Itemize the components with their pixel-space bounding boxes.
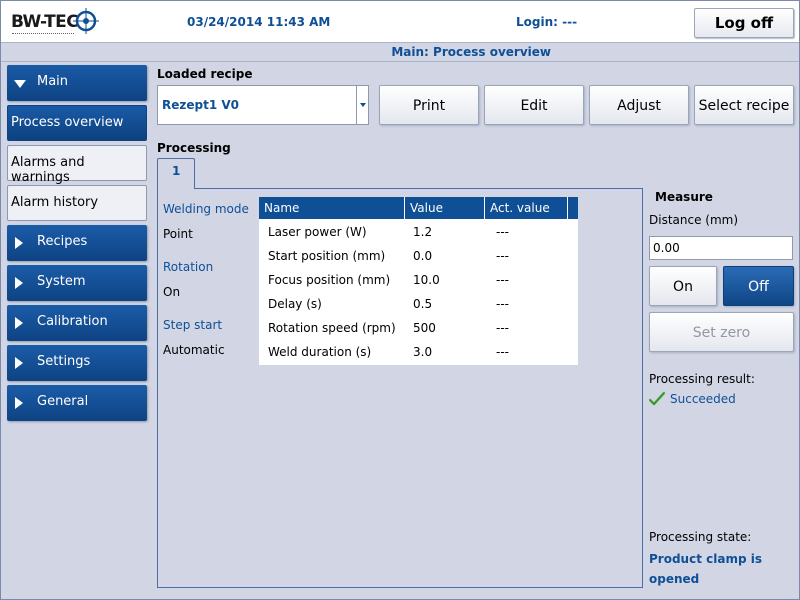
print-button[interactable]: Print: [379, 85, 479, 125]
column-header-value: Value: [405, 197, 485, 219]
param-name: Start position (mm): [268, 249, 386, 263]
table-header: Name Value Act. value: [259, 197, 578, 219]
app-window: BW-TEC 03/24/2014 11:43 AM Login: --- Lo…: [0, 0, 800, 600]
distance-field: 0.00: [649, 236, 793, 260]
distance-label: Distance (mm): [649, 213, 739, 227]
tab-1[interactable]: 1: [157, 158, 195, 189]
sidebar-item-label: Settings: [37, 354, 91, 369]
param-name: Rotation speed (rpm): [268, 321, 396, 335]
sidebar-item-system[interactable]: System: [7, 265, 147, 301]
loaded-recipe-heading: Loaded recipe: [157, 67, 253, 81]
login-status: Login: ---: [516, 15, 578, 29]
distance-value: 0.00: [653, 241, 680, 255]
param-act-value: ---: [496, 345, 509, 359]
measure-on-button[interactable]: On: [649, 266, 717, 306]
recipe-dropdown-value: Rezept1 V0: [162, 98, 239, 112]
processing-result-value: Succeeded: [670, 392, 736, 406]
param-act-value: ---: [496, 297, 509, 311]
measure-off-button[interactable]: Off: [723, 266, 794, 306]
sidebar-item-label: Recipes: [37, 234, 88, 249]
table-row: Laser power (W) 1.2 ---: [259, 221, 578, 245]
processing-heading: Processing: [157, 141, 231, 155]
param-value: 500: [413, 321, 436, 335]
set-zero-button[interactable]: Set zero: [649, 312, 794, 352]
processing-state-value: Product clamp is opened: [649, 552, 762, 586]
edit-button[interactable]: Edit: [484, 85, 584, 125]
rotation-label: Rotation: [163, 260, 214, 274]
welding-mode-value: Point: [163, 227, 193, 241]
top-bar: BW-TEC 03/24/2014 11:43 AM Login: --- Lo…: [1, 1, 799, 43]
table-row: Start position (mm) 0.0 ---: [259, 245, 578, 269]
select-recipe-button[interactable]: Select recipe: [694, 85, 794, 125]
sidebar-item-process-overview[interactable]: Process overview: [7, 105, 147, 141]
column-header-act-value: Act. value: [485, 197, 568, 219]
sidebar-item-label: Alarms and warnings: [11, 155, 85, 185]
chevron-down-icon[interactable]: [356, 86, 368, 124]
sidebar-item-label: Main: [37, 74, 69, 89]
sidebar-item-settings[interactable]: Settings: [7, 345, 147, 381]
adjust-button[interactable]: Adjust: [589, 85, 689, 125]
sidebar-item-alarms-and-warnings[interactable]: Alarms and warnings: [7, 145, 147, 185]
bw-tec-logo: BW-TEC: [11, 6, 99, 40]
logo-text: BW-TEC: [11, 12, 79, 32]
sidebar-item-main[interactable]: Main: [7, 65, 147, 101]
collapsed-arrow-icon: [15, 357, 23, 369]
welding-mode-label: Welding mode: [163, 202, 249, 216]
measure-heading: Measure: [655, 190, 713, 204]
step-start-value: Automatic: [163, 343, 225, 357]
sidebar-item-label: General: [37, 394, 89, 409]
processing-state-label: Processing state:: [649, 530, 752, 544]
column-header-name: Name: [259, 197, 405, 219]
sidebar-item-label: Calibration: [37, 314, 108, 329]
recipe-dropdown[interactable]: Rezept1 V0: [157, 85, 369, 125]
param-name: Laser power (W): [268, 225, 367, 239]
param-name: Delay (s): [268, 297, 322, 311]
collapsed-arrow-icon: [15, 237, 23, 249]
table-row: Weld duration (s) 3.0 ---: [259, 341, 578, 365]
parameters-table: Name Value Act. value Laser power (W) 1.…: [259, 197, 578, 365]
param-act-value: ---: [496, 249, 509, 263]
param-name: Weld duration (s): [268, 345, 372, 359]
collapsed-arrow-icon: [15, 277, 23, 289]
expanded-arrow-icon: [14, 80, 26, 88]
param-value: 0.5: [413, 297, 433, 311]
sidebar-item-recipes[interactable]: Recipes: [7, 225, 147, 261]
collapsed-arrow-icon: [15, 397, 23, 409]
param-value: 10.0: [413, 273, 440, 287]
param-value: 1.2: [413, 225, 433, 239]
sidebar-item-label: Alarm history: [11, 195, 99, 210]
logo-underline: [12, 33, 74, 35]
tab-label: 1: [172, 164, 181, 178]
param-value: 3.0: [413, 345, 433, 359]
step-start-label: Step start: [163, 318, 223, 332]
page-title: Main: Process overview: [391, 45, 551, 59]
processing-result-label: Processing result:: [649, 372, 755, 386]
datetime-display: 03/24/2014 11:43 AM: [187, 15, 331, 29]
sidebar-item-label: System: [37, 274, 86, 289]
checkmark-icon: [649, 391, 665, 406]
collapsed-arrow-icon: [15, 317, 23, 329]
param-name: Focus position (mm): [268, 273, 391, 287]
sidebar-item-calibration[interactable]: Calibration: [7, 305, 147, 341]
param-value: 0.0: [413, 249, 433, 263]
logo-ring-icon: [73, 8, 99, 34]
param-act-value: ---: [496, 225, 509, 239]
rotation-value: On: [163, 285, 181, 299]
table-row: Delay (s) 0.5 ---: [259, 293, 578, 317]
sidebar-item-general[interactable]: General: [7, 385, 147, 421]
table-row: Focus position (mm) 10.0 ---: [259, 269, 578, 293]
sidebar-item-alarm-history[interactable]: Alarm history: [7, 185, 147, 221]
log-off-button[interactable]: Log off: [694, 8, 794, 38]
table-row: Rotation speed (rpm) 500 ---: [259, 317, 578, 341]
param-act-value: ---: [496, 321, 509, 335]
param-act-value: ---: [496, 273, 509, 287]
page-title-bar: Main: Process overview: [1, 44, 799, 62]
sidebar-item-label: Process overview: [11, 115, 124, 130]
